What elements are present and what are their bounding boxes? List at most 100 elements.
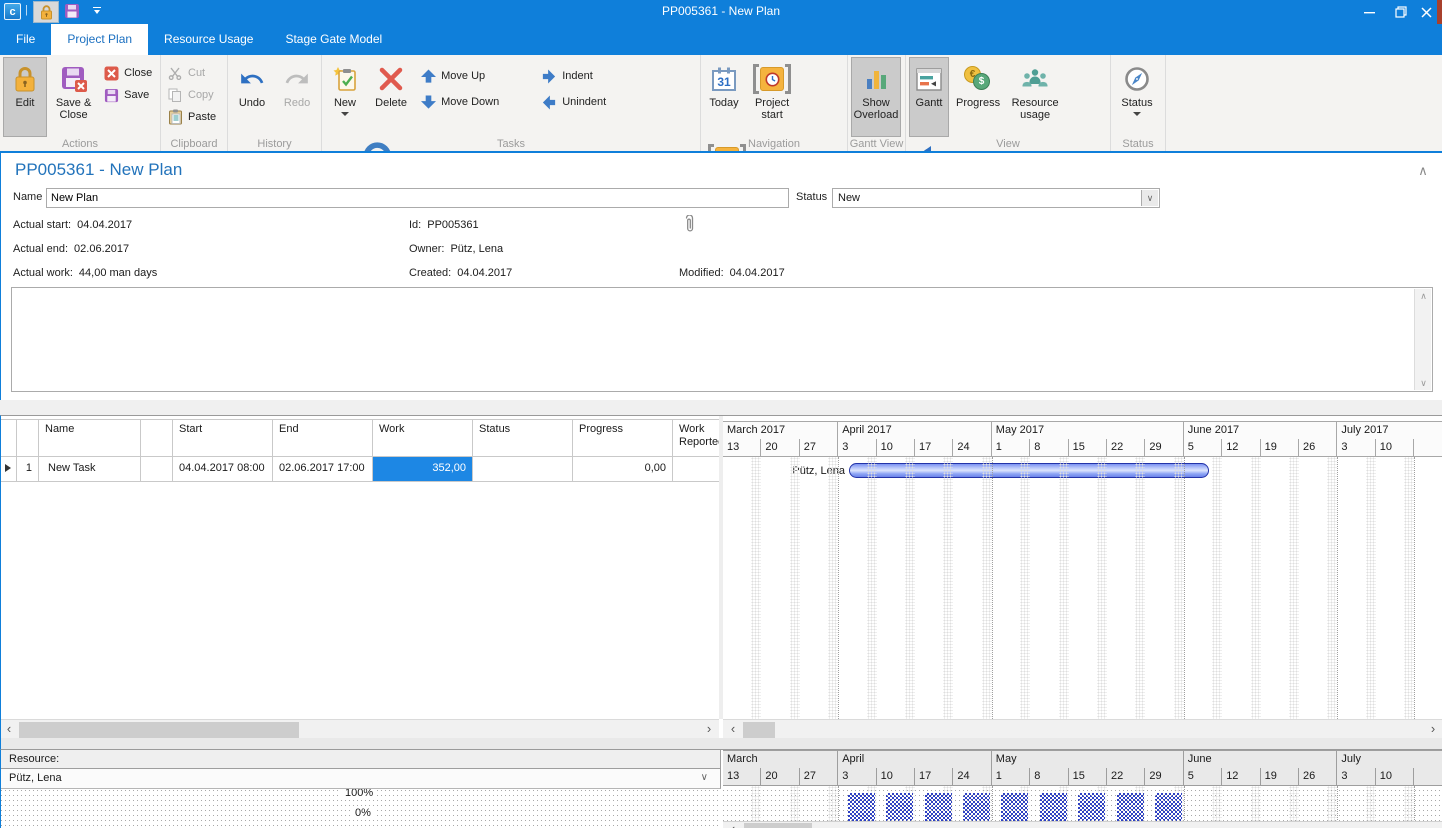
delete-task-button[interactable]: Delete <box>368 57 414 137</box>
gantt-week-cell: 24 <box>953 768 991 786</box>
weekend-stripe <box>1212 457 1222 719</box>
weekend-stripe <box>867 457 877 719</box>
ribbon-group-gantt-view: Show Overload Gantt View <box>848 55 906 151</box>
resource-dropdown[interactable]: Pütz, Lena ∨ <box>1 769 721 789</box>
gantt-week-cell <box>1414 439 1442 457</box>
status-dropdown[interactable]: New ∨ <box>832 188 1160 208</box>
arrow-right-icon <box>541 68 557 84</box>
description-field[interactable]: ∧ ∨ <box>11 287 1433 392</box>
cut-button[interactable]: Cut <box>164 62 219 84</box>
scroll-right-icon[interactable]: › <box>1425 720 1441 740</box>
task-work-cell[interactable]: 352,00 <box>373 457 473 482</box>
column-header-name[interactable]: Name <box>39 420 141 457</box>
task-name-cell[interactable]: New Task <box>39 457 141 482</box>
gantt-week-cell: 12 <box>1222 768 1260 786</box>
status-button[interactable]: Status <box>1114 57 1160 137</box>
task-grid-panel: Name Start End Work Status Progress Work… <box>0 415 1442 738</box>
group-label-gantt-view: Gantt View <box>848 138 905 150</box>
histogram-scrollbar[interactable]: ‹ <box>723 821 1442 828</box>
project-start-button[interactable]: Project start <box>747 57 797 137</box>
new-task-button[interactable]: New <box>325 57 365 137</box>
show-overload-button[interactable]: Show Overload <box>851 57 901 137</box>
indent-button[interactable]: Indent <box>538 65 638 87</box>
scroll-right-icon[interactable]: › <box>701 720 717 740</box>
edit-button[interactable]: Edit <box>3 57 47 137</box>
scroll-left-icon[interactable]: ‹ <box>725 822 741 828</box>
undo-button[interactable]: Undo <box>231 57 273 137</box>
task-work-reported-cell[interactable] <box>673 457 719 482</box>
tab-stage-gate-model[interactable]: Stage Gate Model <box>269 24 398 55</box>
column-header-work-reported[interactable]: Work Reported <box>673 420 719 457</box>
gantt-month-cell: April 2017 <box>838 422 992 439</box>
task-start-cell[interactable]: 04.04.2017 08:00 <box>173 457 273 482</box>
scroll-left-icon[interactable]: ‹ <box>725 720 741 740</box>
column-header-icon[interactable] <box>141 420 173 457</box>
scroll-left-icon[interactable]: ‹ <box>1 720 17 740</box>
unindent-button[interactable]: Unindent <box>538 91 638 113</box>
page-title: PP005361 - New Plan <box>15 160 182 180</box>
status-value: New <box>838 192 860 204</box>
minimize-button[interactable] <box>1355 0 1383 24</box>
scale-gridline <box>1 800 721 801</box>
save-plan-button[interactable]: Save <box>100 84 155 106</box>
scrollbar-thumb[interactable] <box>743 722 775 738</box>
save-and-close-button[interactable]: Save & Close <box>50 57 97 137</box>
gantt-week-cell: 8 <box>1030 439 1068 457</box>
task-progress-cell[interactable]: 0,00 <box>573 457 673 482</box>
task-end-cell[interactable]: 02.06.2017 17:00 <box>273 457 373 482</box>
column-header-work[interactable]: Work <box>373 420 473 457</box>
collapse-panel-button[interactable]: ∧ <box>1413 163 1433 179</box>
restore-button[interactable] <box>1387 0 1415 24</box>
task-status-cell[interactable] <box>473 457 573 482</box>
close-plan-button[interactable]: Close <box>100 62 155 84</box>
paste-button[interactable]: Paste <box>164 106 219 128</box>
group-label-navigation: Navigation <box>701 138 847 150</box>
redo-button[interactable]: Redo <box>276 57 318 137</box>
row-selector-icon <box>5 464 11 472</box>
scroll-up-icon[interactable]: ∧ <box>1415 289 1432 303</box>
scale-gridline <box>723 815 1442 816</box>
ribbon-group-view: Gantt € $ Progress Resource usage <box>906 55 1111 151</box>
scale-label-0: 0% <box>351 807 375 819</box>
column-header-end[interactable]: End <box>273 420 373 457</box>
new-task-menu-caret <box>341 112 349 116</box>
delete-x-icon <box>378 61 404 97</box>
scrollbar-thumb[interactable] <box>744 823 812 828</box>
table-horizontal-scrollbar[interactable]: ‹ › <box>1 719 719 739</box>
paperclip-icon[interactable] <box>683 215 696 235</box>
resource-selector-pane: Resource: Pütz, Lena ∨ 100% 0% <box>1 750 721 828</box>
gantt-week-header: 1320273101724181522295121926310 <box>723 439 1442 457</box>
tab-resource-usage[interactable]: Resource Usage <box>148 24 269 55</box>
tab-project-plan[interactable]: Project Plan <box>51 24 148 55</box>
gantt-week-cell: 29 <box>1145 439 1183 457</box>
name-input[interactable] <box>46 188 789 208</box>
move-down-button[interactable]: Move Down <box>417 91 535 113</box>
weekend-stripe <box>828 457 838 719</box>
resource-usage-view-button[interactable]: Resource usage <box>1007 57 1063 137</box>
today-button[interactable]: 31 Today <box>704 57 744 137</box>
move-up-button[interactable]: Move Up <box>417 65 535 87</box>
column-header-progress[interactable]: Progress <box>573 420 673 457</box>
horizontal-splitter[interactable] <box>0 738 1442 750</box>
gantt-week-cell: 1 <box>992 439 1030 457</box>
column-header-status[interactable]: Status <box>473 420 573 457</box>
close-button[interactable] <box>1412 0 1440 24</box>
tab-file[interactable]: File <box>0 24 51 55</box>
chevron-down-icon[interactable]: ∨ <box>701 772 708 783</box>
scrollbar-thumb[interactable] <box>19 722 299 738</box>
title-bar: c | PP005361 - New Plan <box>0 0 1442 24</box>
gantt-week-cell: 15 <box>1069 768 1107 786</box>
scroll-down-icon[interactable]: ∨ <box>1415 376 1432 390</box>
chevron-down-icon[interactable]: ∨ <box>1141 190 1158 206</box>
gantt-horizontal-scrollbar[interactable]: ‹ › <box>723 719 1442 739</box>
resource-usage-bar <box>1117 793 1144 821</box>
group-label-tasks: Tasks <box>322 138 700 150</box>
column-header-start[interactable]: Start <box>173 420 273 457</box>
copy-button[interactable]: Copy <box>164 84 219 106</box>
table-row[interactable]: 1 New Task 04.04.2017 08:00 02.06.2017 1… <box>1 457 719 482</box>
gantt-week-cell: 27 <box>800 439 838 457</box>
gantt-week-cell: 24 <box>953 439 991 457</box>
description-scrollbar[interactable]: ∧ ∨ <box>1414 289 1431 390</box>
progress-view-button[interactable]: € $ Progress <box>952 57 1004 137</box>
gantt-view-button[interactable]: Gantt <box>909 57 949 137</box>
